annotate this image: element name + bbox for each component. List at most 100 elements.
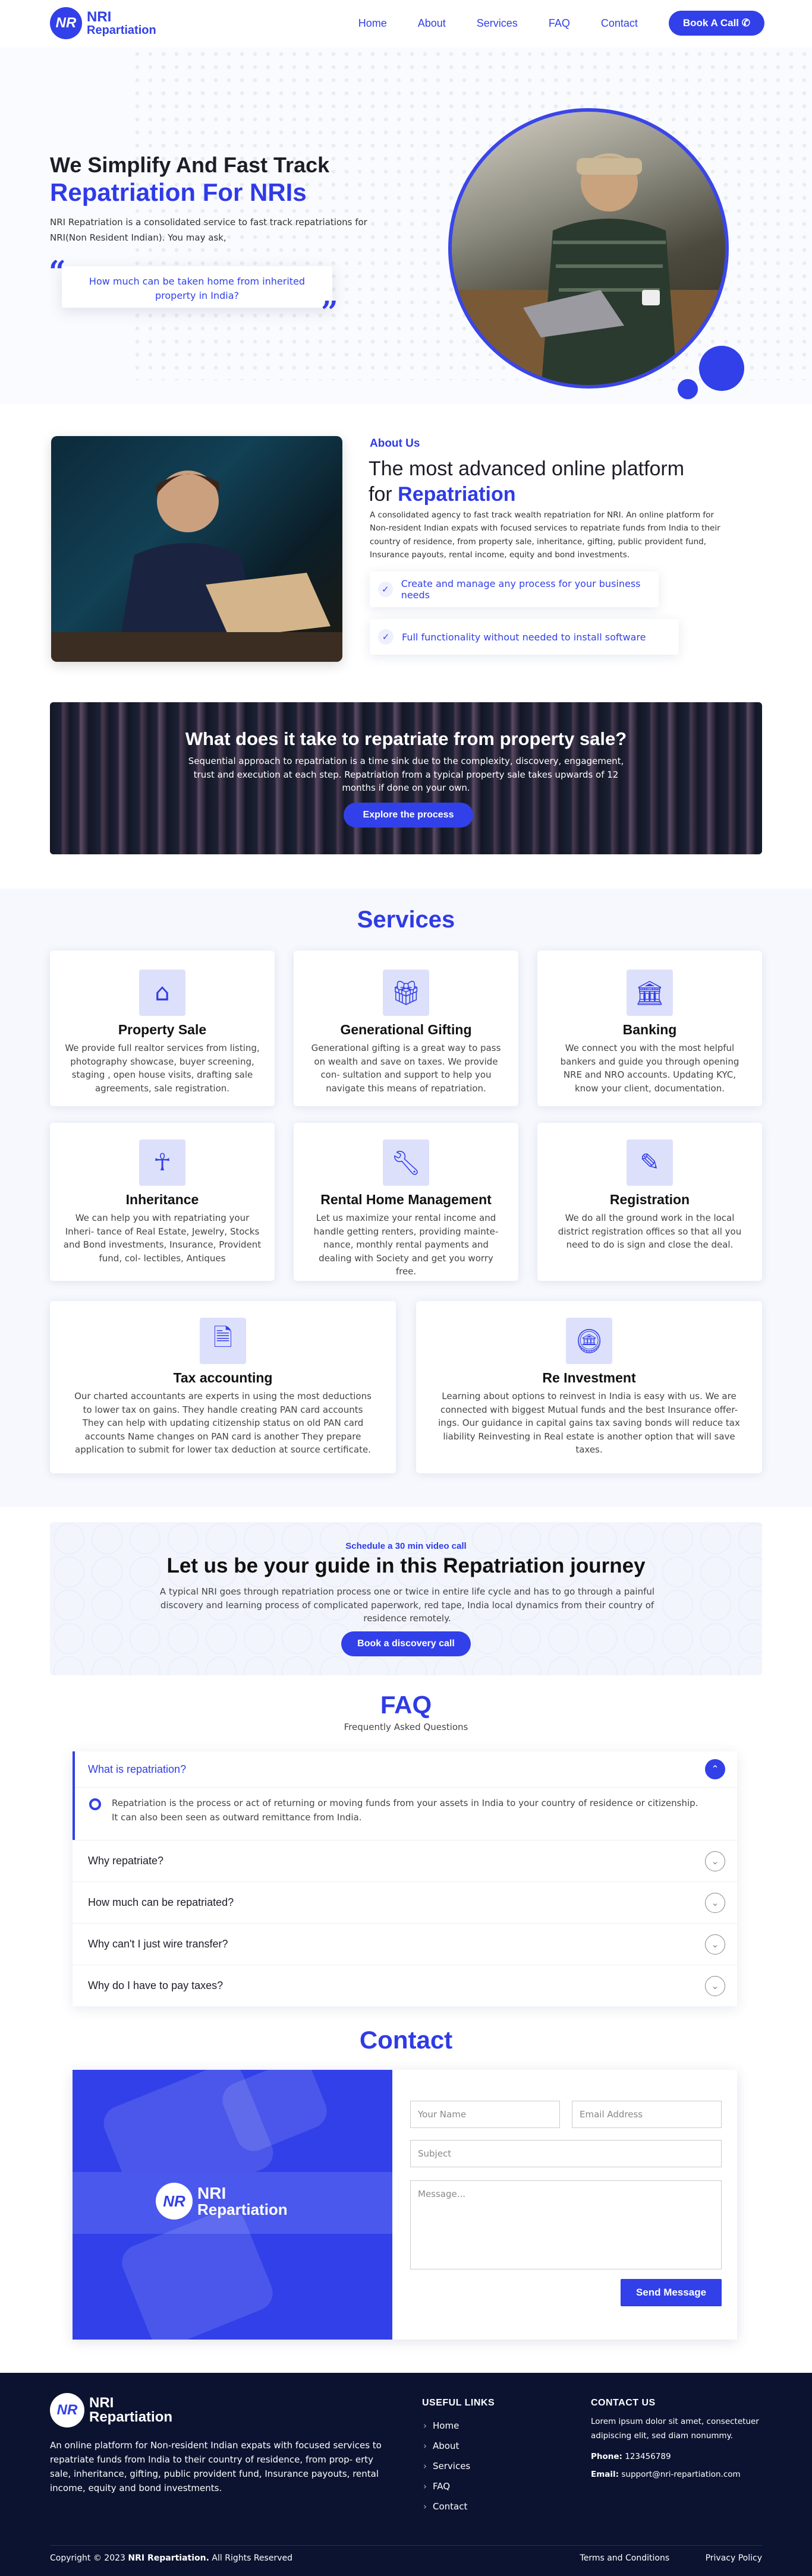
nav-home[interactable]: Home xyxy=(358,17,387,30)
email-address[interactable]: support@nri-repartiation.com xyxy=(621,2470,740,2479)
chevron-up-icon[interactable]: ⌃ xyxy=(705,1759,725,1779)
process-banner: What does it take to repatriate from pro… xyxy=(50,702,762,854)
service-card-inheritance[interactable]: ☥ Inheritance We can help you with repat… xyxy=(50,1123,275,1281)
copyright-prefix: Copyright © 2023 xyxy=(50,2553,125,2563)
hero-quote: How much can be taken home from inherite… xyxy=(62,266,332,308)
nav-services[interactable]: Services xyxy=(477,17,518,30)
service-card-registration[interactable]: ✎ Registration We do all the ground work… xyxy=(537,1123,762,1281)
explore-process-button[interactable]: Explore the process xyxy=(344,803,473,828)
site-header: NR NRI Repartiation Home About Services … xyxy=(0,0,812,48)
footer-link-services[interactable]: Services xyxy=(423,2456,470,2476)
feature-item: ✓ Create and manage any process for your … xyxy=(370,572,659,607)
message-field[interactable]: Message... xyxy=(410,2180,722,2269)
faq-item[interactable]: Why can't I just wire transfer? ⌄ xyxy=(73,1923,737,1965)
footer-link-faq[interactable]: FAQ xyxy=(423,2476,470,2496)
chevron-down-icon[interactable]: ⌄ xyxy=(705,1934,725,1955)
logo-line1: NRI xyxy=(87,9,112,25)
service-title: Tax accounting xyxy=(173,1370,273,1385)
bank-icon: 🏛︎ xyxy=(627,970,673,1016)
chevron-down-icon[interactable]: ⌄ xyxy=(705,1976,725,1996)
chevron-down-icon[interactable]: ⌄ xyxy=(705,1893,725,1913)
about-photo-illustration xyxy=(51,471,342,662)
main-nav: Home About Services FAQ Contact Book A C… xyxy=(358,11,764,36)
about-photo xyxy=(51,436,342,662)
about-tag: About Us xyxy=(370,437,420,450)
hero-title: We Simplify And Fast Track Repatriation F… xyxy=(50,152,329,208)
name-field[interactable]: Your Name xyxy=(410,2101,560,2128)
discovery-call-section: Schedule a 30 min video call Let us be y… xyxy=(50,1522,762,1675)
contact-title: Contact xyxy=(359,2026,453,2054)
nav-faq[interactable]: FAQ xyxy=(549,17,570,30)
subject-field[interactable]: Subject xyxy=(410,2140,722,2167)
service-card-rental[interactable]: 🔧︎ Rental Home Management Let us maximiz… xyxy=(294,1123,518,1281)
feature-item: ✓ Full functionality without needed to in… xyxy=(370,619,679,655)
contact-logo-line2: Repartiation xyxy=(197,2201,288,2218)
service-title: Property Sale xyxy=(118,1022,207,1037)
service-card-tax[interactable]: 🗎︎ Tax accounting Our charted accountant… xyxy=(50,1301,396,1473)
phone-number[interactable]: 123456789 xyxy=(625,2452,671,2461)
service-text: Let us maximize your rental income and h… xyxy=(313,1213,499,1277)
wrench-icon: 🔧︎ xyxy=(383,1139,429,1186)
faq-question: Why repatriate? xyxy=(88,1855,164,1867)
hero-photo xyxy=(448,108,729,389)
useful-links-list: Home About Services FAQ Contact xyxy=(423,2416,470,2517)
chevron-down-icon[interactable]: ⌄ xyxy=(705,1851,725,1871)
logo-line2: Repartiation xyxy=(87,24,156,37)
faq-question: What is repatriation? xyxy=(88,1763,187,1775)
faq-item[interactable]: Why do I have to pay taxes? ⌄ xyxy=(73,1965,737,2006)
banner-text: Sequential approach to repatriation is a… xyxy=(188,756,624,793)
footer-link-about[interactable]: About xyxy=(423,2436,470,2456)
hero-intro: NRI Repatriation is a consolidated servi… xyxy=(50,217,367,243)
faq-item-open[interactable]: What is repatriation? ⌃ Repatriation is t… xyxy=(73,1751,737,1840)
book-call-button[interactable]: Book A Call ✆ xyxy=(668,11,764,36)
service-card-property-sale[interactable]: ⌂ Property Sale We provide full realtor … xyxy=(50,951,275,1106)
feature-text: Full functionality without needed to ins… xyxy=(402,631,646,643)
hero-photo-illustration xyxy=(452,153,725,385)
terms-link[interactable]: Terms and Conditions xyxy=(580,2553,670,2563)
footer-description: An online platform for Non-resident Indi… xyxy=(50,2440,382,2493)
contact-logo-mark: NR xyxy=(156,2183,193,2220)
hero-title-accent: Repatriation For NRIs xyxy=(50,178,307,207)
service-card-banking[interactable]: 🏛︎ Banking We connect you with the most … xyxy=(537,951,762,1106)
site-footer: NR NRI Repartiation An online platform f… xyxy=(0,2373,812,2576)
faq-item[interactable]: Why repatriate? ⌄ xyxy=(73,1840,737,1882)
feature-text: Create and manage any process for your b… xyxy=(401,578,641,601)
cta-title: Let us be your guide in this Repatriatio… xyxy=(166,1554,646,1577)
service-title: Inheritance xyxy=(125,1192,199,1207)
about-heading-accent: Repatriation xyxy=(398,482,516,506)
footer-logo-line2: Repartiation xyxy=(89,2409,173,2425)
useful-links-title: USEFUL LINKS xyxy=(422,2398,495,2408)
footer-link-contact[interactable]: Contact xyxy=(423,2496,470,2517)
service-title: Re Investment xyxy=(542,1370,636,1385)
copyright-brand: NRI Repartiation. xyxy=(128,2553,209,2563)
hero-section: We Simplify And Fast Track Repatriation F… xyxy=(0,48,812,404)
email-field[interactable]: Email Address xyxy=(572,2101,722,2128)
logo[interactable]: NR NRI Repartiation xyxy=(50,7,156,39)
service-card-gifting[interactable]: 🎁︎ Generational Gifting Generational gif… xyxy=(294,951,518,1106)
book-discovery-call-button[interactable]: Book a discovery call xyxy=(341,1631,471,1656)
footer-contact-info: Lorem ipsum dolor sit amet, consectetuer… xyxy=(591,2414,775,2482)
nav-about[interactable]: About xyxy=(418,17,446,30)
phone-icon: ✆ xyxy=(741,17,750,29)
services-section: Services ⌂ Property Sale We provide full… xyxy=(0,889,812,1507)
coins-icon: 🪙︎ xyxy=(566,1318,612,1364)
service-text: We do all the ground work in the local d… xyxy=(558,1213,742,1250)
faq-item[interactable]: How much can be repatriated? ⌄ xyxy=(73,1882,737,1923)
hero-title-line1: We Simplify And Fast Track xyxy=(50,153,330,177)
send-message-button[interactable]: Send Message xyxy=(621,2279,722,2306)
close-quote-icon: ” xyxy=(321,294,338,329)
services-title: Services xyxy=(357,907,455,933)
email-label: Email: xyxy=(591,2469,619,2479)
service-card-reinvestment[interactable]: 🪙︎ Re Investment Learning about options … xyxy=(416,1301,762,1473)
nav-contact[interactable]: Contact xyxy=(601,17,638,30)
service-text: We can help you with repatriating your I… xyxy=(63,1213,262,1264)
footer-link-home[interactable]: Home xyxy=(423,2416,470,2436)
contact-logo-line1: NRI xyxy=(197,2184,226,2202)
service-title: Registration xyxy=(609,1192,690,1207)
decor-bubble-small xyxy=(678,379,698,399)
faq-answer: Repatriation is the process or act of re… xyxy=(112,1798,698,1823)
service-title: Banking xyxy=(622,1022,677,1037)
registration-icon: ✎ xyxy=(627,1139,673,1186)
privacy-link[interactable]: Privacy Policy xyxy=(706,2553,762,2563)
footer-logo[interactable]: NR NRI Repartiation xyxy=(50,2393,172,2427)
